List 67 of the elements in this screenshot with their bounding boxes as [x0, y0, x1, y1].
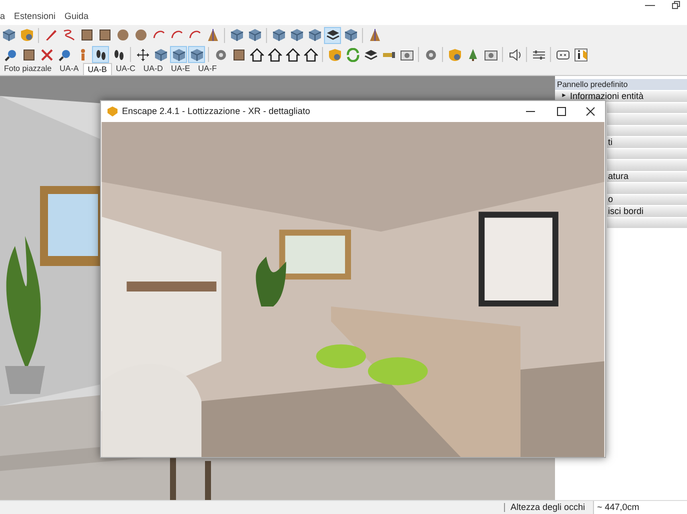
- eye-height-field[interactable]: ~ 447,0cm: [593, 500, 687, 514]
- status-label: Altezza degli occhi: [510, 500, 585, 514]
- cube-icon: [290, 28, 304, 42]
- square-icon: [98, 28, 112, 42]
- close-icon[interactable]: [586, 107, 595, 116]
- panel-section[interactable]: isci bordi: [607, 206, 687, 216]
- footprints-icon: [94, 48, 108, 62]
- footprints-icon: [112, 48, 126, 62]
- scene-tab[interactable]: UA-F: [194, 63, 221, 75]
- refresh-icon: [346, 48, 360, 62]
- info-icon: [574, 48, 588, 62]
- circle-icon: [116, 28, 130, 42]
- scene-tab[interactable]: UA-B: [82, 63, 112, 75]
- search-icon: [4, 48, 18, 62]
- sliders-icon: [532, 48, 546, 62]
- house-icon: [286, 48, 300, 62]
- square-icon: [232, 48, 246, 62]
- house-icon: [250, 48, 264, 62]
- layers-icon: [364, 48, 378, 62]
- cube-icon: [190, 48, 204, 62]
- cube-icon: [272, 28, 286, 42]
- circle-icon: [134, 28, 148, 42]
- house-icon: [304, 48, 318, 62]
- panel-section[interactable]: o: [607, 194, 687, 205]
- maximize-icon[interactable]: [557, 107, 566, 116]
- minimize-icon[interactable]: [645, 5, 655, 7]
- pencil-icon: [44, 28, 58, 42]
- panel-title: Pannello predefinito: [557, 78, 628, 90]
- panel-section[interactable]: ti: [607, 137, 687, 148]
- scene-tab[interactable]: UA-E: [166, 63, 194, 75]
- shield-icon: [328, 48, 342, 62]
- cube-icon: [344, 28, 358, 42]
- square-icon: [80, 28, 94, 42]
- gear-icon: [424, 48, 438, 62]
- restore-icon[interactable]: [672, 1, 680, 9]
- cube-icon: [308, 28, 322, 42]
- scene-tab[interactable]: UA-A: [56, 63, 83, 75]
- speaker-icon: [508, 48, 522, 62]
- menu-item[interactable]: Estensioni: [14, 10, 56, 23]
- menu-item[interactable]: Guida: [64, 10, 89, 23]
- scene-tab[interactable]: Foto piazzale: [0, 63, 56, 75]
- house-icon: [268, 48, 282, 62]
- scene-tab[interactable]: UA-C: [112, 63, 140, 75]
- search-icon: [58, 48, 72, 62]
- cube-icon: [2, 28, 16, 42]
- camera-icon: [400, 48, 414, 62]
- cube-icon: [230, 28, 244, 42]
- prism-icon: [206, 28, 220, 42]
- layers-icon: [326, 28, 340, 42]
- gear-icon: [214, 48, 228, 62]
- shield-icon: [448, 48, 462, 62]
- freehand-icon: [62, 28, 76, 42]
- scene-tab[interactable]: UA-D: [139, 63, 167, 75]
- window-title: Enscape 2.4.1 - Lottizzazione - XR - dettagliato: [122, 104, 310, 118]
- move-arrows-icon: [136, 48, 150, 62]
- prism-icon: [368, 28, 382, 42]
- square-icon: [22, 48, 36, 62]
- panel-section[interactable]: atura: [607, 172, 687, 182]
- cube-icon: [172, 48, 186, 62]
- app-icon: [107, 106, 118, 117]
- cube-icon: [248, 28, 262, 42]
- cube-icon: [154, 48, 168, 62]
- chat-icon: [556, 48, 570, 62]
- cross-arrows-icon: [40, 48, 54, 62]
- camera-icon: [484, 48, 498, 62]
- shield-icon: [20, 28, 34, 42]
- menu-item[interactable]: a: [0, 10, 6, 23]
